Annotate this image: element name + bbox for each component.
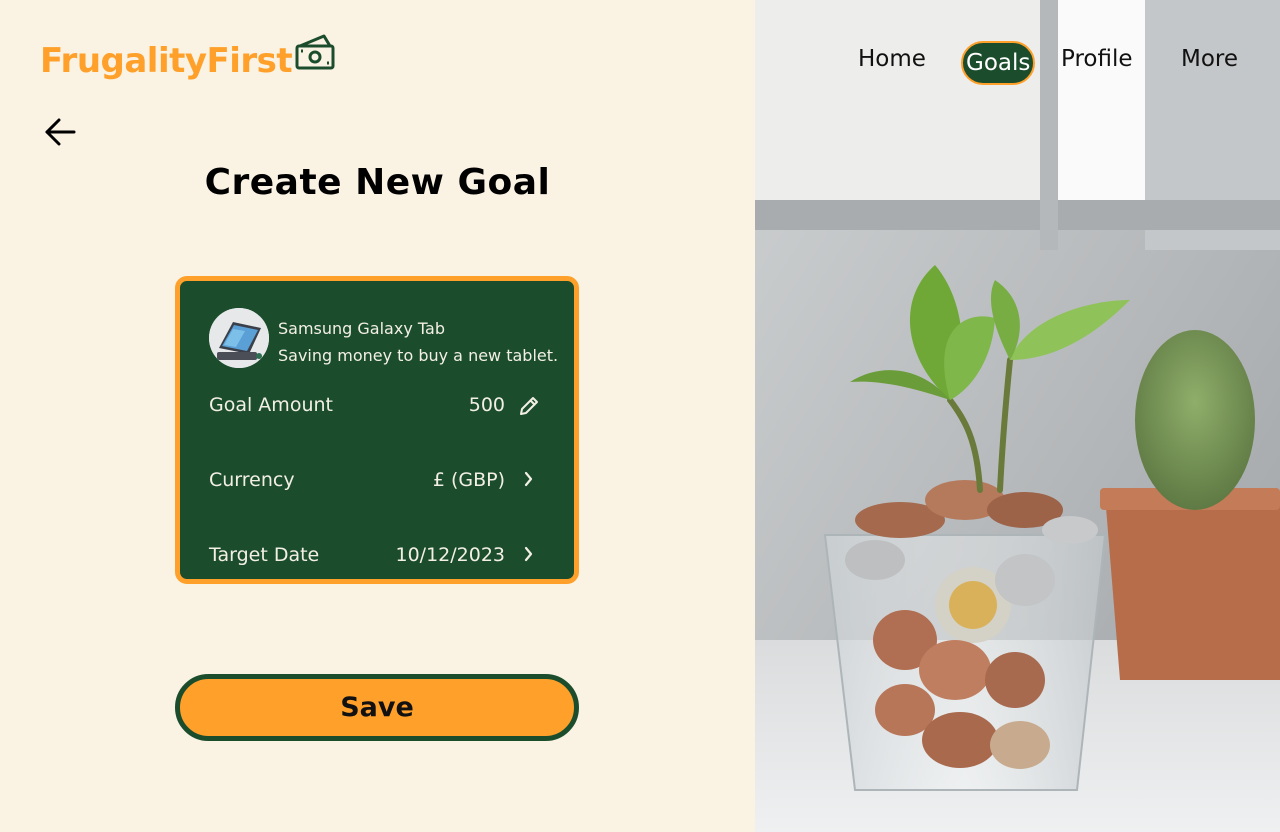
page-title: Create New Goal — [204, 162, 551, 203]
app-logo[interactable]: FrugalityFirst — [40, 34, 336, 84]
arrow-left-icon — [45, 118, 76, 146]
left-panel: FrugalityFirst Create New Goal Samsung G… — [0, 0, 755, 832]
nav-item-more[interactable]: More — [1181, 46, 1238, 72]
goal-amount-value: 500 — [468, 394, 505, 416]
save-button[interactable]: Save — [175, 674, 579, 741]
goal-name: Samsung Galaxy Tab — [278, 319, 445, 338]
goal-card: Samsung Galaxy Tab Saving money to buy a… — [175, 276, 579, 584]
target-date-row[interactable]: Target Date 10/12/2023 — [209, 544, 541, 574]
chevron-right-icon[interactable] — [517, 469, 541, 493]
back-button[interactable] — [42, 114, 78, 150]
target-date-label: Target Date — [209, 544, 320, 566]
main-nav: Home Goals Profile More — [755, 40, 1280, 90]
currency-value: £ (GBP) — [432, 469, 505, 491]
nav-item-goals[interactable]: Goals — [961, 41, 1036, 85]
goal-amount-row[interactable]: Goal Amount 500 — [209, 394, 541, 424]
money-icon — [294, 32, 336, 78]
goal-description: Saving money to buy a new tablet. — [278, 346, 559, 365]
tablet-thumbnail-icon — [209, 308, 269, 368]
pencil-icon[interactable] — [517, 394, 541, 418]
target-date-value: 10/12/2023 — [395, 544, 505, 566]
plant-coins-photo — [755, 0, 1280, 832]
goal-image — [209, 308, 269, 368]
nav-item-home[interactable]: Home — [858, 46, 926, 72]
currency-row[interactable]: Currency £ (GBP) — [209, 469, 541, 499]
hero-image: Home Goals Profile More — [755, 0, 1280, 832]
nav-item-profile[interactable]: Profile — [1061, 46, 1133, 72]
currency-label: Currency — [209, 469, 295, 491]
chevron-right-icon[interactable] — [517, 544, 541, 568]
app-name: FrugalityFirst — [40, 41, 293, 81]
goal-amount-label: Goal Amount — [209, 394, 333, 416]
